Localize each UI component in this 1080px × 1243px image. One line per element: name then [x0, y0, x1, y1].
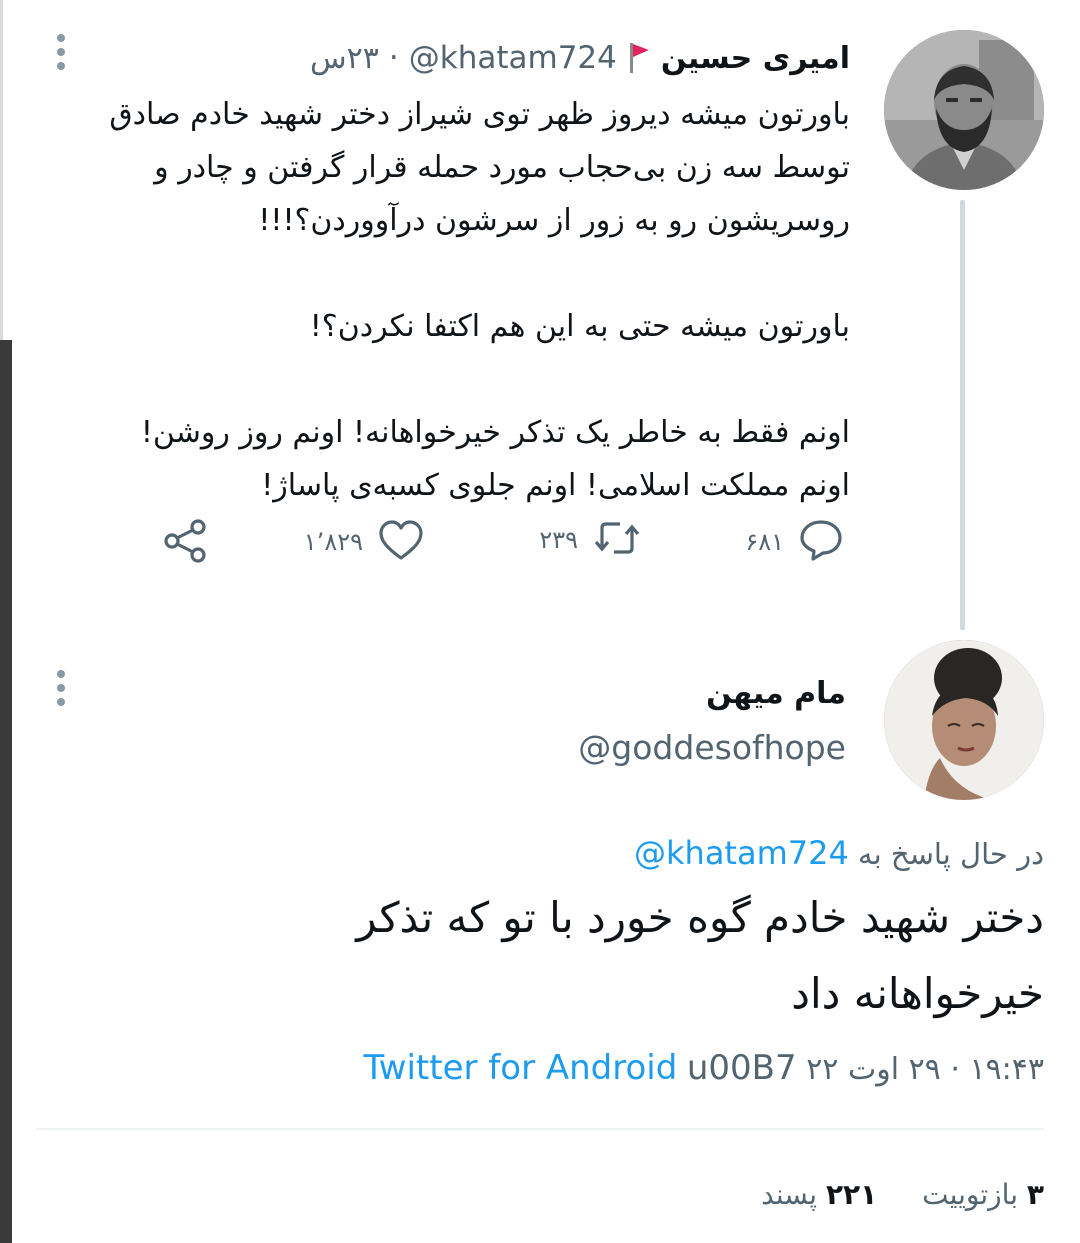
reply-metadata: ۱۹:۴۳ · ۲۹ اوت ۲۲ u00B7 Twitter for Andr… — [364, 1048, 1044, 1088]
like-button[interactable]: ۱٬۸۲۹ — [304, 518, 425, 566]
share-button[interactable] — [160, 516, 210, 570]
reply-date[interactable]: ۲۹ اوت ۲۲ — [806, 1052, 941, 1087]
scroll-indicator — [0, 340, 12, 1243]
separator: · — [388, 40, 399, 76]
reply-count: ۶۸۱ — [745, 528, 784, 556]
retweet-icon — [592, 518, 642, 562]
share-icon — [160, 516, 210, 570]
tweet-header: امیری حسین @khatam724 · ۲۳س — [310, 40, 850, 76]
retweets-stat-count: ۳ — [1026, 1178, 1044, 1211]
reply-author-handle[interactable]: @goddesofhope — [578, 728, 846, 767]
reply-author-name[interactable]: مام میهن — [706, 676, 846, 711]
more-options-icon[interactable] — [54, 670, 68, 706]
retweets-stat-label: بازتوییت — [922, 1178, 1018, 1211]
tweet-stats: ۳ بازتوییت ۲۲۱ پسند — [725, 1178, 1044, 1211]
tweet-source[interactable]: Twitter for Android — [364, 1048, 678, 1088]
like-count: ۱٬۸۲۹ — [303, 528, 363, 556]
replying-to: در حال پاسخ به @khatam724 — [634, 834, 1044, 872]
author-name[interactable]: امیری حسین — [661, 41, 850, 76]
likes-stat-label: پسند — [761, 1178, 818, 1211]
more-options-icon[interactable] — [54, 34, 68, 70]
meta-code: u00B7 — [686, 1048, 797, 1088]
tweet-text: باورتون میشه دیروز ظهر توی شیراز دختر شه… — [30, 88, 850, 512]
avatar-image — [884, 30, 1044, 190]
meta-separator: · — [950, 1052, 960, 1087]
retweet-button[interactable]: ۲۳۹ — [539, 518, 642, 562]
retweets-stat[interactable]: ۳ بازتوییت — [913, 1178, 1044, 1211]
tweet-line: باورتون میشه دیروز ظهر توی شیراز دختر شه… — [109, 97, 850, 132]
red-flag-icon — [627, 41, 651, 75]
tweet-line: باورتون میشه حتی به این هم اکتفا نکردن؟! — [309, 309, 850, 344]
tweet-line: توسط سه زن بی‌حجاب مورد حمله قرار گرفتن … — [154, 150, 850, 185]
avatar-goddesofhope[interactable] — [884, 640, 1044, 800]
reply-line: دختر شهید خادم گوه خورد با تو که تذکر — [356, 893, 1044, 942]
likes-stat-count: ۲۲۱ — [825, 1178, 878, 1211]
tweet-line: روسریشون رو به زور از سرشون درآووردن؟!!! — [258, 203, 850, 238]
likes-stat[interactable]: ۲۲۱ پسند — [761, 1178, 877, 1211]
edge-top — [0, 0, 3, 340]
reply-line: خیرخواهانه داد — [791, 969, 1044, 1018]
thread-line — [960, 200, 965, 630]
retweet-count: ۲۳۹ — [539, 526, 578, 554]
avatar-image — [884, 640, 1044, 800]
tweet-line: اونم مملکت اسلامی! اونم جلوی کسبه‌ی پاسا… — [261, 468, 850, 503]
reply-button[interactable]: ۶۸۱ — [745, 518, 844, 566]
reply-text: دختر شهید خادم گوه خورد با تو که تذکر خی… — [224, 880, 1044, 1032]
window-edge — [0, 0, 12, 1243]
tweet-line: اونم فقط به خاطر یک تذکر خیرخواهانه! اون… — [140, 415, 850, 450]
author-handle[interactable]: @khatam724 — [409, 40, 617, 76]
reply-icon — [798, 518, 844, 566]
reply-time[interactable]: ۱۹:۴۳ — [969, 1052, 1044, 1087]
replying-to-mention[interactable]: @khatam724 — [634, 834, 849, 872]
replying-prefix: در حال پاسخ به — [858, 837, 1044, 871]
divider — [36, 1128, 1044, 1130]
heart-icon — [377, 518, 425, 566]
tweet-time[interactable]: ۲۳س — [310, 41, 379, 76]
avatar-khatam724[interactable] — [884, 30, 1044, 190]
